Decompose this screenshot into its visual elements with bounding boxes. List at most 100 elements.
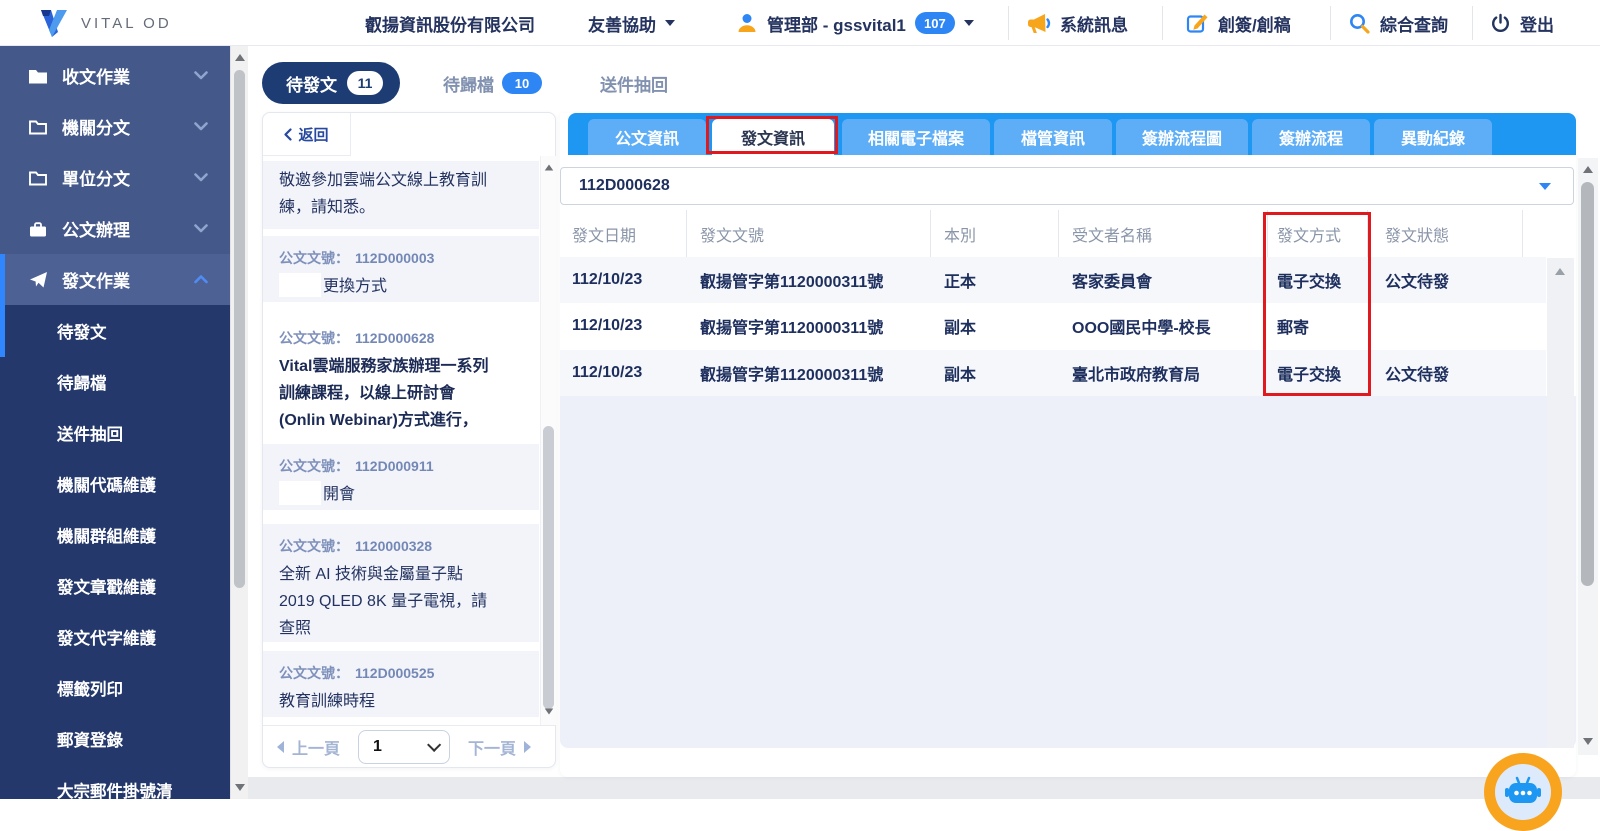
detail-tab-efiles[interactable]: 相關電子檔案	[842, 119, 990, 155]
content-scrollbar[interactable]	[1578, 158, 1598, 755]
briefcase-icon	[28, 220, 48, 238]
logout-button[interactable]: 登出	[1490, 0, 1554, 46]
tab-pending-send[interactable]: 待發文 11	[262, 62, 400, 104]
sidebar-scrollbar[interactable]	[230, 46, 248, 799]
detail-tab-flow[interactable]: 簽辦流程	[1252, 119, 1370, 155]
sidebar-item-agency-code[interactable]: 機關代碼維護	[0, 458, 230, 509]
create-draft-button[interactable]: 創簽/創稿	[1186, 0, 1291, 46]
sidebar-group-unit-dispatch[interactable]: 單位分文	[0, 152, 230, 203]
sidebar-item-bulk-mail[interactable]: 大宗郵件掛號清	[0, 764, 230, 815]
sidebar-group-send[interactable]: 發文作業	[0, 254, 230, 305]
scroll-up-icon[interactable]	[545, 165, 554, 171]
notification-badge[interactable]: 107	[915, 12, 955, 34]
user-name: 管理部 - gssvital1	[767, 11, 906, 36]
page-select[interactable]: 1	[358, 730, 450, 764]
next-arrow-icon[interactable]	[524, 741, 531, 753]
detail-tab-flow-chart[interactable]: 簽辦流程圖	[1116, 119, 1248, 155]
cell-copy-type: 正本	[944, 257, 976, 303]
user-avatar-icon	[736, 12, 758, 34]
table-empty-area	[560, 396, 1576, 748]
doc-number: 112D000003	[355, 250, 434, 266]
list-scrollbar[interactable]	[540, 156, 556, 725]
sidebar-group-agency-dispatch[interactable]: 機關分文	[0, 101, 230, 152]
cell-number: 叡揚管字第1120000311號	[700, 350, 883, 396]
detail-tab-change-log[interactable]: 異動紀錄	[1374, 119, 1492, 155]
prev-arrow-icon[interactable]	[277, 741, 284, 753]
scroll-down-icon[interactable]	[1583, 738, 1593, 745]
prev-page-button[interactable]: 上一頁	[292, 735, 340, 759]
sidebar-item-label-print[interactable]: 標籤列印	[0, 662, 230, 713]
scroll-up-icon[interactable]	[1555, 268, 1565, 275]
chatbot-icon	[1495, 764, 1551, 820]
global-search-button[interactable]: 綜合查詢	[1348, 0, 1448, 46]
list-item[interactable]: 公文文號：112D000525 教育訓練時程	[263, 651, 539, 717]
sidebar-group-processing[interactable]: 公文辦理	[0, 203, 230, 254]
list-item[interactable]: 公文文號：112D000003 更換方式	[263, 236, 539, 302]
sidebar-group-receive[interactable]: 收文作業	[0, 50, 230, 101]
sidebar-item-pending-send[interactable]: 待發文	[0, 305, 230, 356]
col-header-status: 發文狀態	[1385, 210, 1449, 257]
chevron-down-icon	[427, 738, 441, 752]
chatbot-button[interactable]	[1484, 753, 1562, 831]
create-draft-label: 創簽/創稿	[1218, 11, 1291, 36]
header-divider	[1008, 6, 1009, 40]
cell-status: 公文待發	[1385, 350, 1449, 396]
column-divider	[1267, 210, 1268, 257]
list-item[interactable]: 公文文號：112D000911 開會	[263, 444, 539, 510]
app-logo[interactable]: VITAL OD	[34, 0, 172, 46]
col-header-method: 發文方式	[1277, 210, 1341, 257]
detail-tab-doc-info[interactable]: 公文資訊	[588, 119, 706, 155]
paper-plane-icon	[28, 270, 48, 289]
scrollbar-thumb[interactable]	[234, 70, 245, 588]
table-row[interactable]: 112/10/23 叡揚管字第1120000311號 副本 OOO國民中學-校長…	[560, 303, 1546, 349]
scroll-up-icon[interactable]	[235, 54, 245, 61]
scroll-down-icon[interactable]	[545, 709, 554, 715]
doc-number-select[interactable]: 112D000628	[560, 167, 1574, 205]
doc-select-value: 112D000628	[579, 177, 670, 195]
detail-tab-archive-info[interactable]: 檔管資訊	[994, 119, 1112, 155]
chevron-down-icon	[194, 173, 208, 182]
table-row[interactable]: 112/10/23 叡揚管字第1120000311號 副本 臺北市政府教育局 電…	[560, 350, 1546, 396]
tab-count-badge: 11	[347, 71, 383, 95]
col-header-copy-type: 本別	[944, 210, 976, 257]
sidebar-item-postage[interactable]: 郵資登錄	[0, 713, 230, 764]
top-header: VITAL OD 叡揚資訊股份有限公司 友善協助 管理部 - gssvital1…	[0, 0, 1600, 46]
doc-number: 112D000911	[355, 458, 434, 474]
cell-method: 郵寄	[1277, 303, 1309, 349]
list-item[interactable]: 公文文號：1120000328 全新 AI 技術與金屬量子點 2019 QLED…	[263, 524, 539, 642]
help-menu[interactable]: 友善協助	[588, 0, 675, 46]
sidebar-group-label: 公文辦理	[62, 216, 130, 241]
sidebar-item-send-code[interactable]: 發文代字維護	[0, 611, 230, 662]
next-page-button[interactable]: 下一頁	[468, 735, 516, 759]
col-header-recipient: 受文者名稱	[1072, 210, 1152, 257]
caret-down-icon	[1539, 183, 1551, 190]
sidebar-item-pending-archive[interactable]: 待歸檔	[0, 356, 230, 407]
detail-tab-send-info[interactable]: 發文資訊	[712, 119, 834, 155]
table-row[interactable]: 112/10/23 叡揚管字第1120000311號 正本 客家委員會 電子交換…	[560, 257, 1546, 303]
scrollbar-thumb[interactable]	[543, 426, 554, 709]
back-button[interactable]: 返回	[263, 113, 351, 156]
cell-method: 電子交換	[1277, 257, 1341, 303]
power-icon	[1490, 13, 1511, 34]
list-item-selected[interactable]: 公文文號：112D000628 Vital雲端服務家族辦理一系列訓練課程，以線上…	[263, 316, 539, 434]
tab-recall[interactable]: 送件抽回	[600, 62, 668, 104]
document-list-panel: 返回 敬邀參加雲端公文線上教育訓練，請知悉。 公文文號：112D000003 更…	[262, 112, 556, 768]
scroll-up-icon[interactable]	[1583, 166, 1593, 173]
sidebar-item-send-stamp[interactable]: 發文章戳維護	[0, 560, 230, 611]
sidebar-item-recall[interactable]: 送件抽回	[0, 407, 230, 458]
tab-count-badge: 10	[502, 72, 542, 94]
table-scrollbar[interactable]	[1547, 258, 1574, 748]
page-number: 1	[373, 738, 382, 756]
doc-number: 112D000628	[355, 330, 434, 346]
sidebar-item-agency-group[interactable]: 機關群組維護	[0, 509, 230, 560]
folder-filled-icon	[28, 67, 48, 85]
search-icon	[1348, 12, 1371, 35]
system-messages-button[interactable]: 系統訊息	[1026, 0, 1128, 46]
scrollbar-thumb[interactable]	[1581, 182, 1594, 586]
scroll-down-icon[interactable]	[235, 784, 245, 791]
cell-method: 電子交換	[1277, 350, 1341, 396]
list-item[interactable]: 敬邀參加雲端公文線上教育訓練，請知悉。	[263, 161, 539, 229]
user-menu[interactable]: 管理部 - gssvital1 107	[736, 0, 974, 46]
cell-recipient: OOO國民中學-校長	[1072, 303, 1211, 349]
tab-pending-archive[interactable]: 待歸檔 10	[443, 62, 542, 104]
